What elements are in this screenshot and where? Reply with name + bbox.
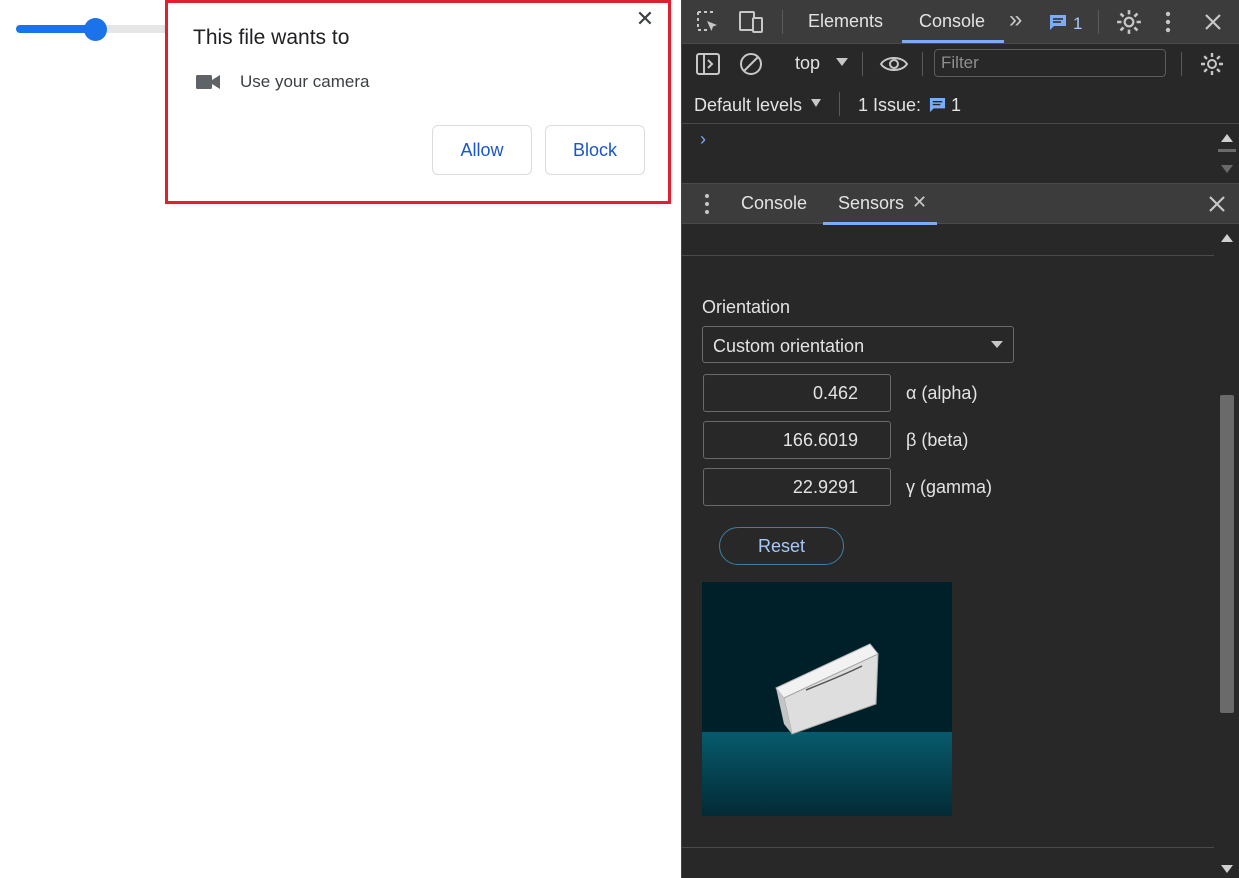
chevron-down-icon (991, 341, 1003, 348)
chevron-down-icon (811, 99, 821, 107)
settings-gear-icon[interactable] (1116, 9, 1142, 35)
slider-thumb[interactable] (84, 18, 107, 41)
orientation-selected-value: Custom orientation (713, 336, 865, 356)
more-tabs-icon[interactable]: » (1009, 6, 1022, 34)
chevron-down-icon (836, 58, 848, 66)
console-scrollbar[interactable] (1215, 125, 1239, 182)
toolbar-separator (782, 10, 783, 34)
alpha-label: α (alpha) (906, 383, 978, 403)
console-toolbar: top (682, 44, 1239, 84)
gamma-label: γ (gamma) (906, 477, 993, 497)
issues-label[interactable]: 1 Issue: (858, 95, 921, 116)
issues-count-2: 1 (951, 95, 962, 115)
toolbar-separator (1098, 10, 1099, 34)
orientation-label: Orientation (702, 297, 791, 317)
active-tab-indicator (902, 40, 1004, 43)
console-settings-icon[interactable] (1200, 52, 1224, 76)
filter-input[interactable] (934, 49, 1166, 77)
issues-count: 1 (1073, 14, 1083, 33)
section-divider (682, 255, 1214, 256)
inspect-element-icon[interactable] (696, 10, 720, 34)
scroll-up-icon[interactable] (1221, 134, 1233, 142)
console-levels-bar: Default levels 1 Issue: 1 (682, 84, 1239, 124)
tab-elements[interactable]: Elements (808, 11, 883, 32)
range-slider[interactable] (14, 18, 174, 41)
sensors-panel: Orientation Custom orientation α (alpha)… (682, 225, 1239, 878)
drawer-tab-console[interactable]: Console (741, 193, 807, 214)
context-selector[interactable]: top (795, 53, 820, 74)
highlight-frame (165, 0, 671, 204)
close-tab-icon[interactable]: ✕ (912, 192, 927, 213)
console-prompt-icon: › (700, 129, 706, 149)
web-page: This file wants to ✕ Use your camera All… (0, 0, 681, 878)
kebab-menu-icon[interactable] (1164, 11, 1172, 33)
tab-console[interactable]: Console (919, 11, 985, 32)
drawer-tab-sensors[interactable]: Sensors (838, 193, 904, 214)
devtools-tabbar: Elements Console » 1 (682, 0, 1239, 44)
close-devtools-icon[interactable] (1204, 13, 1222, 31)
toolbar-separator (862, 52, 863, 76)
scroll-thumb[interactable] (1218, 149, 1236, 152)
screen: This file wants to ✕ Use your camera All… (0, 0, 1239, 878)
scroll-down-icon[interactable] (1221, 165, 1233, 173)
drawer-menu-icon[interactable] (704, 193, 710, 215)
console-output[interactable]: › (682, 125, 1239, 182)
beta-input[interactable] (703, 421, 891, 459)
orientation-preview[interactable] (702, 582, 952, 816)
devtools-panel: Elements Console » 1 top Filter Default … (681, 0, 1239, 878)
toolbar-separator (839, 92, 840, 116)
section-divider (682, 847, 1214, 848)
scroll-down-icon[interactable] (1221, 865, 1233, 873)
scroll-thumb[interactable] (1220, 395, 1234, 713)
clear-console-icon[interactable] (739, 52, 763, 76)
sensors-scrollbar[interactable] (1215, 225, 1239, 878)
beta-label: β (beta) (906, 430, 969, 450)
default-levels-dropdown[interactable]: Default levels (694, 95, 802, 116)
toolbar-separator (1181, 52, 1182, 76)
drawer-tabbar: Console Sensors ✕ (682, 183, 1239, 225)
scroll-up-icon[interactable] (1221, 234, 1233, 242)
gamma-input[interactable] (703, 468, 891, 506)
issues-message-icon[interactable] (1049, 14, 1067, 32)
eye-icon[interactable] (879, 53, 909, 75)
device-toolbar-icon[interactable] (738, 10, 764, 34)
issues-message-icon[interactable] (929, 97, 946, 114)
device-orientation-model (702, 643, 952, 816)
reset-button[interactable]: Reset (719, 527, 844, 565)
orientation-select[interactable]: Custom orientation (702, 326, 1014, 363)
sidebar-toggle-icon[interactable] (696, 53, 720, 75)
toolbar-separator (922, 52, 923, 76)
alpha-input[interactable] (703, 374, 891, 412)
close-drawer-icon[interactable] (1208, 195, 1226, 213)
